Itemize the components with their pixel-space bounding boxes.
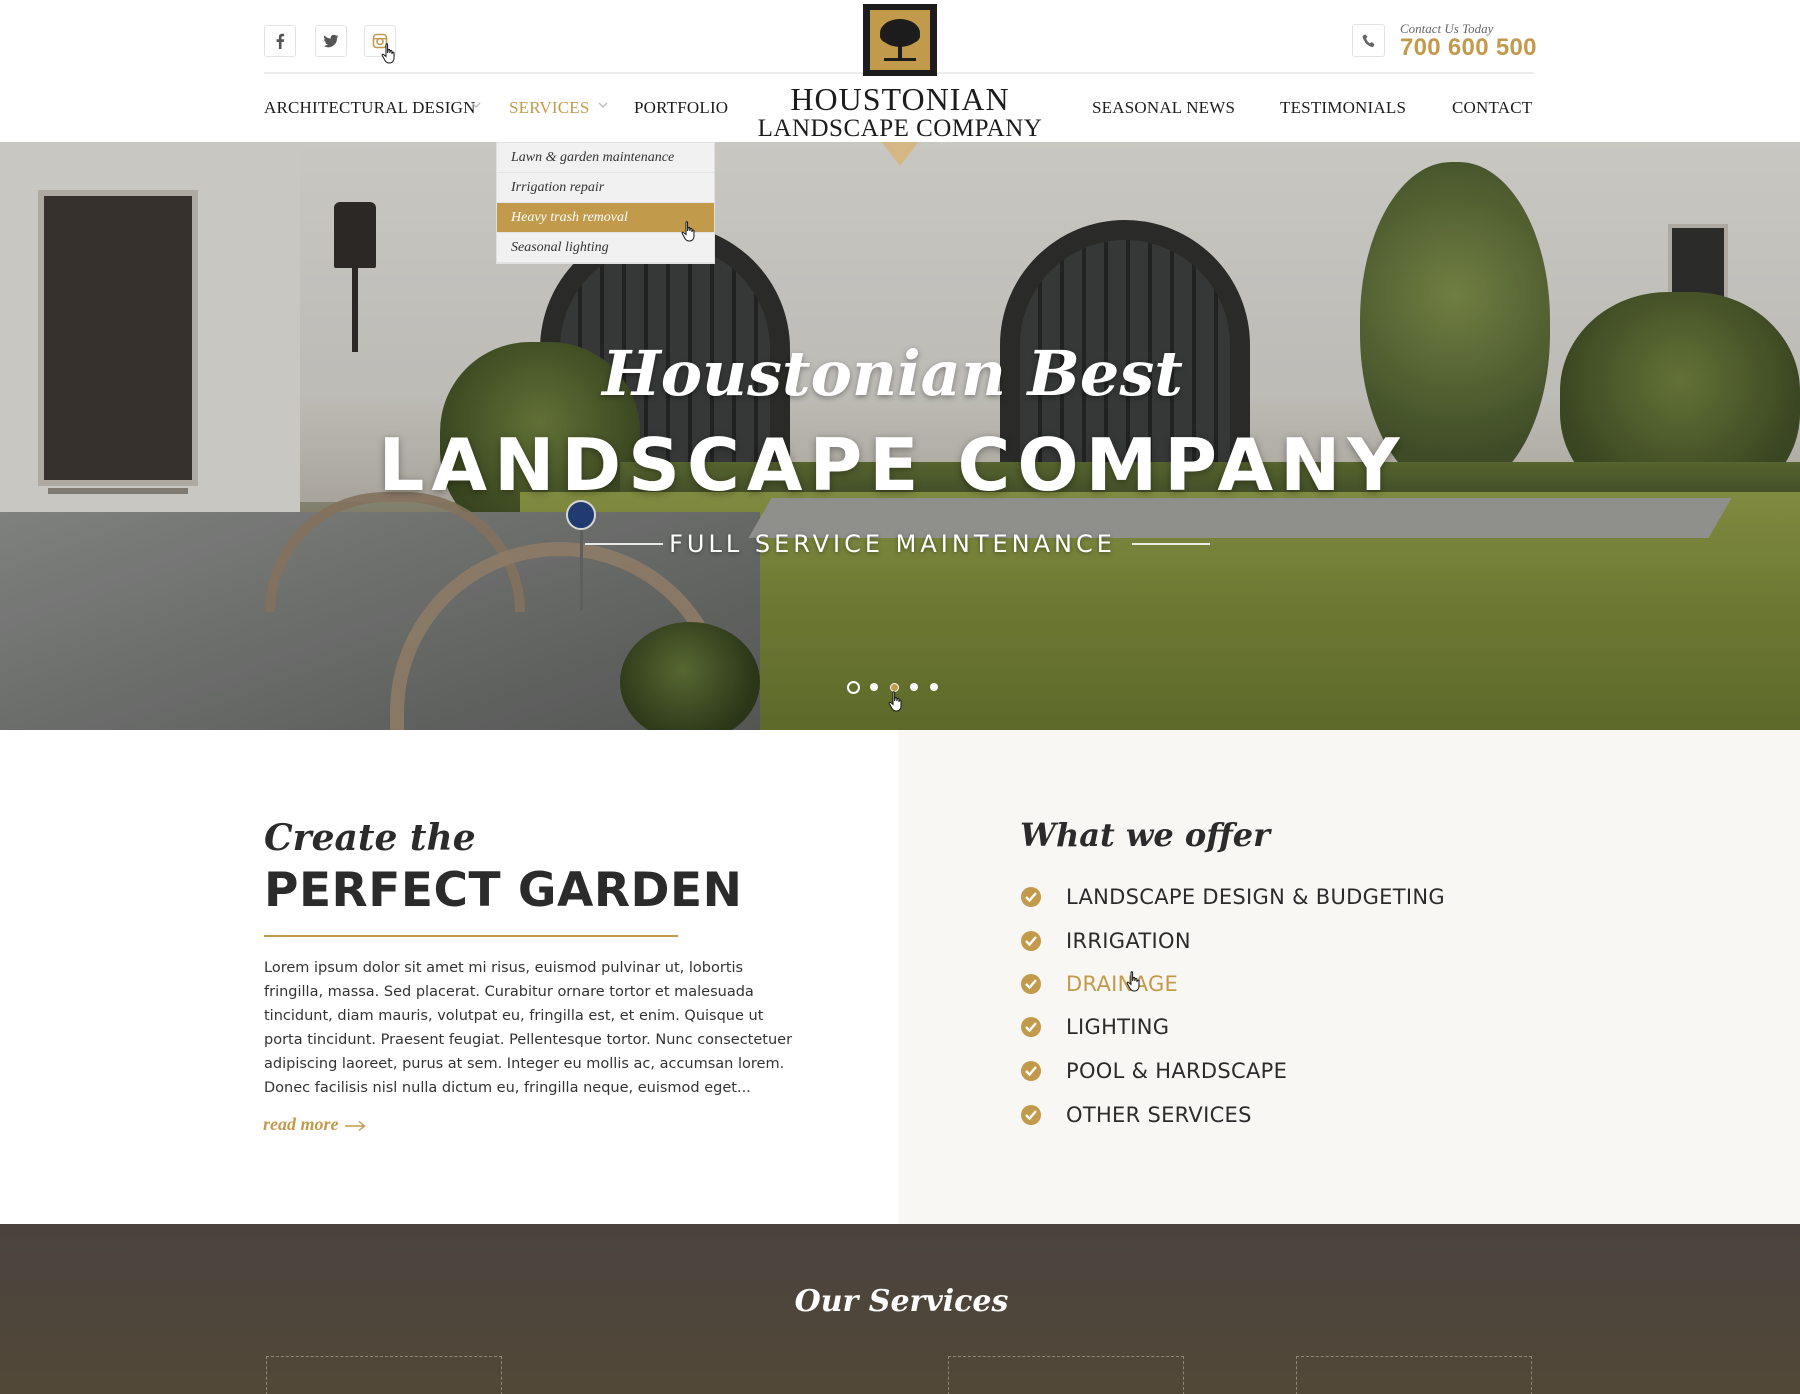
hand-cursor-icon (1126, 971, 1140, 992)
slider-dot-2[interactable] (870, 683, 878, 691)
offer-item-label: POOL & HARDSCAPE (1066, 1059, 1288, 1083)
hand-cursor-icon (888, 691, 902, 712)
site-header: HOUSTONIAN LANDSCAPE COMPANY ARCHITECTUR… (0, 0, 1800, 142)
hero-subtitle: FULL SERVICE MAINTENANCE (669, 530, 1116, 558)
facebook-icon[interactable] (264, 25, 296, 57)
offer-item-design[interactable]: LANDSCAPE DESIGN & BUDGETING (1020, 882, 1445, 912)
intro-script-heading: Create the (264, 817, 476, 859)
logo-emblem[interactable] (863, 4, 937, 76)
arrow-right-icon (345, 1120, 366, 1132)
check-circle-icon (1021, 931, 1041, 951)
tree-icon (880, 19, 920, 61)
logo-line-1: HOUSTONIAN (790, 81, 1010, 117)
hand-cursor-icon (381, 43, 395, 64)
read-more-link[interactable]: read more (263, 1114, 339, 1135)
nav-portfolio[interactable]: PORTFOLIO (634, 98, 728, 118)
contact-phone[interactable]: 700 600 500 (1400, 34, 1537, 62)
offer-item-drainage[interactable]: DRAINAGE (1020, 969, 1178, 999)
intro-heading: PERFECT GARDEN (264, 863, 743, 918)
offer-item-lighting[interactable]: LIGHTING (1020, 1012, 1169, 1042)
logo-diamond-icon (880, 140, 920, 166)
nav-seasonal-news[interactable]: SEASONAL NEWS (1092, 98, 1235, 118)
hero-script-title: Houstonian Best (602, 337, 1183, 410)
nav-contact[interactable]: CONTACT (1452, 98, 1532, 118)
intro-body: Lorem ipsum dolor sit amet mi risus, eui… (264, 960, 793, 1096)
offer-item-label: OTHER SERVICES (1066, 1103, 1252, 1127)
services-dropdown: Lawn & garden maintenance Irrigation rep… (496, 142, 715, 264)
offer-item-label: LANDSCAPE DESIGN & BUDGETING (1066, 885, 1445, 909)
phone-icon[interactable] (1352, 24, 1385, 57)
hero-main-title: LANDSCAPE COMPANY (378, 423, 1407, 507)
check-circle-icon (1021, 1105, 1041, 1125)
offer-item-other[interactable]: OTHER SERVICES (1020, 1100, 1252, 1130)
chevron-down-icon (598, 102, 608, 108)
service-card[interactable] (948, 1356, 1184, 1394)
services-title: Our Services (794, 1284, 1009, 1319)
logo-wordmark[interactable]: HOUSTONIAN LANDSCAPE COMPANY (740, 82, 1060, 142)
offer-title: What we offer (1020, 816, 1270, 854)
slider-dot-5[interactable] (930, 683, 938, 691)
chevron-down-icon (471, 102, 481, 108)
check-circle-icon (1021, 1061, 1041, 1081)
offer-item-label: IRRIGATION (1066, 929, 1191, 953)
nav-architectural-design[interactable]: ARCHITECTURAL DESIGN (264, 98, 476, 118)
nav-services[interactable]: SERVICES (509, 98, 590, 118)
twitter-icon[interactable] (315, 25, 347, 57)
offer-item-label: DRAINAGE (1066, 972, 1179, 996)
logo-line-2: LANDSCAPE COMPANY (757, 115, 1043, 142)
intro-rule (264, 935, 678, 937)
slider-dot-4[interactable] (910, 683, 918, 691)
dropdown-item-irrigation[interactable]: Irrigation repair (497, 173, 714, 203)
check-circle-icon (1021, 974, 1041, 994)
nav-testimonials[interactable]: TESTIMONIALS (1280, 98, 1406, 118)
service-card[interactable] (266, 1356, 502, 1394)
slider-dot-1[interactable] (847, 681, 860, 694)
hero-rule-right (1132, 543, 1210, 545)
offer-item-label: LIGHTING (1066, 1015, 1170, 1039)
check-circle-icon (1021, 1017, 1041, 1037)
offer-item-pool[interactable]: POOL & HARDSCAPE (1020, 1056, 1287, 1086)
hand-cursor-icon (681, 221, 695, 242)
offer-item-irrigation[interactable]: IRRIGATION (1020, 926, 1191, 956)
service-card[interactable] (1296, 1356, 1532, 1394)
dropdown-item-lawn[interactable]: Lawn & garden maintenance (497, 143, 714, 173)
check-circle-icon (1021, 887, 1041, 907)
